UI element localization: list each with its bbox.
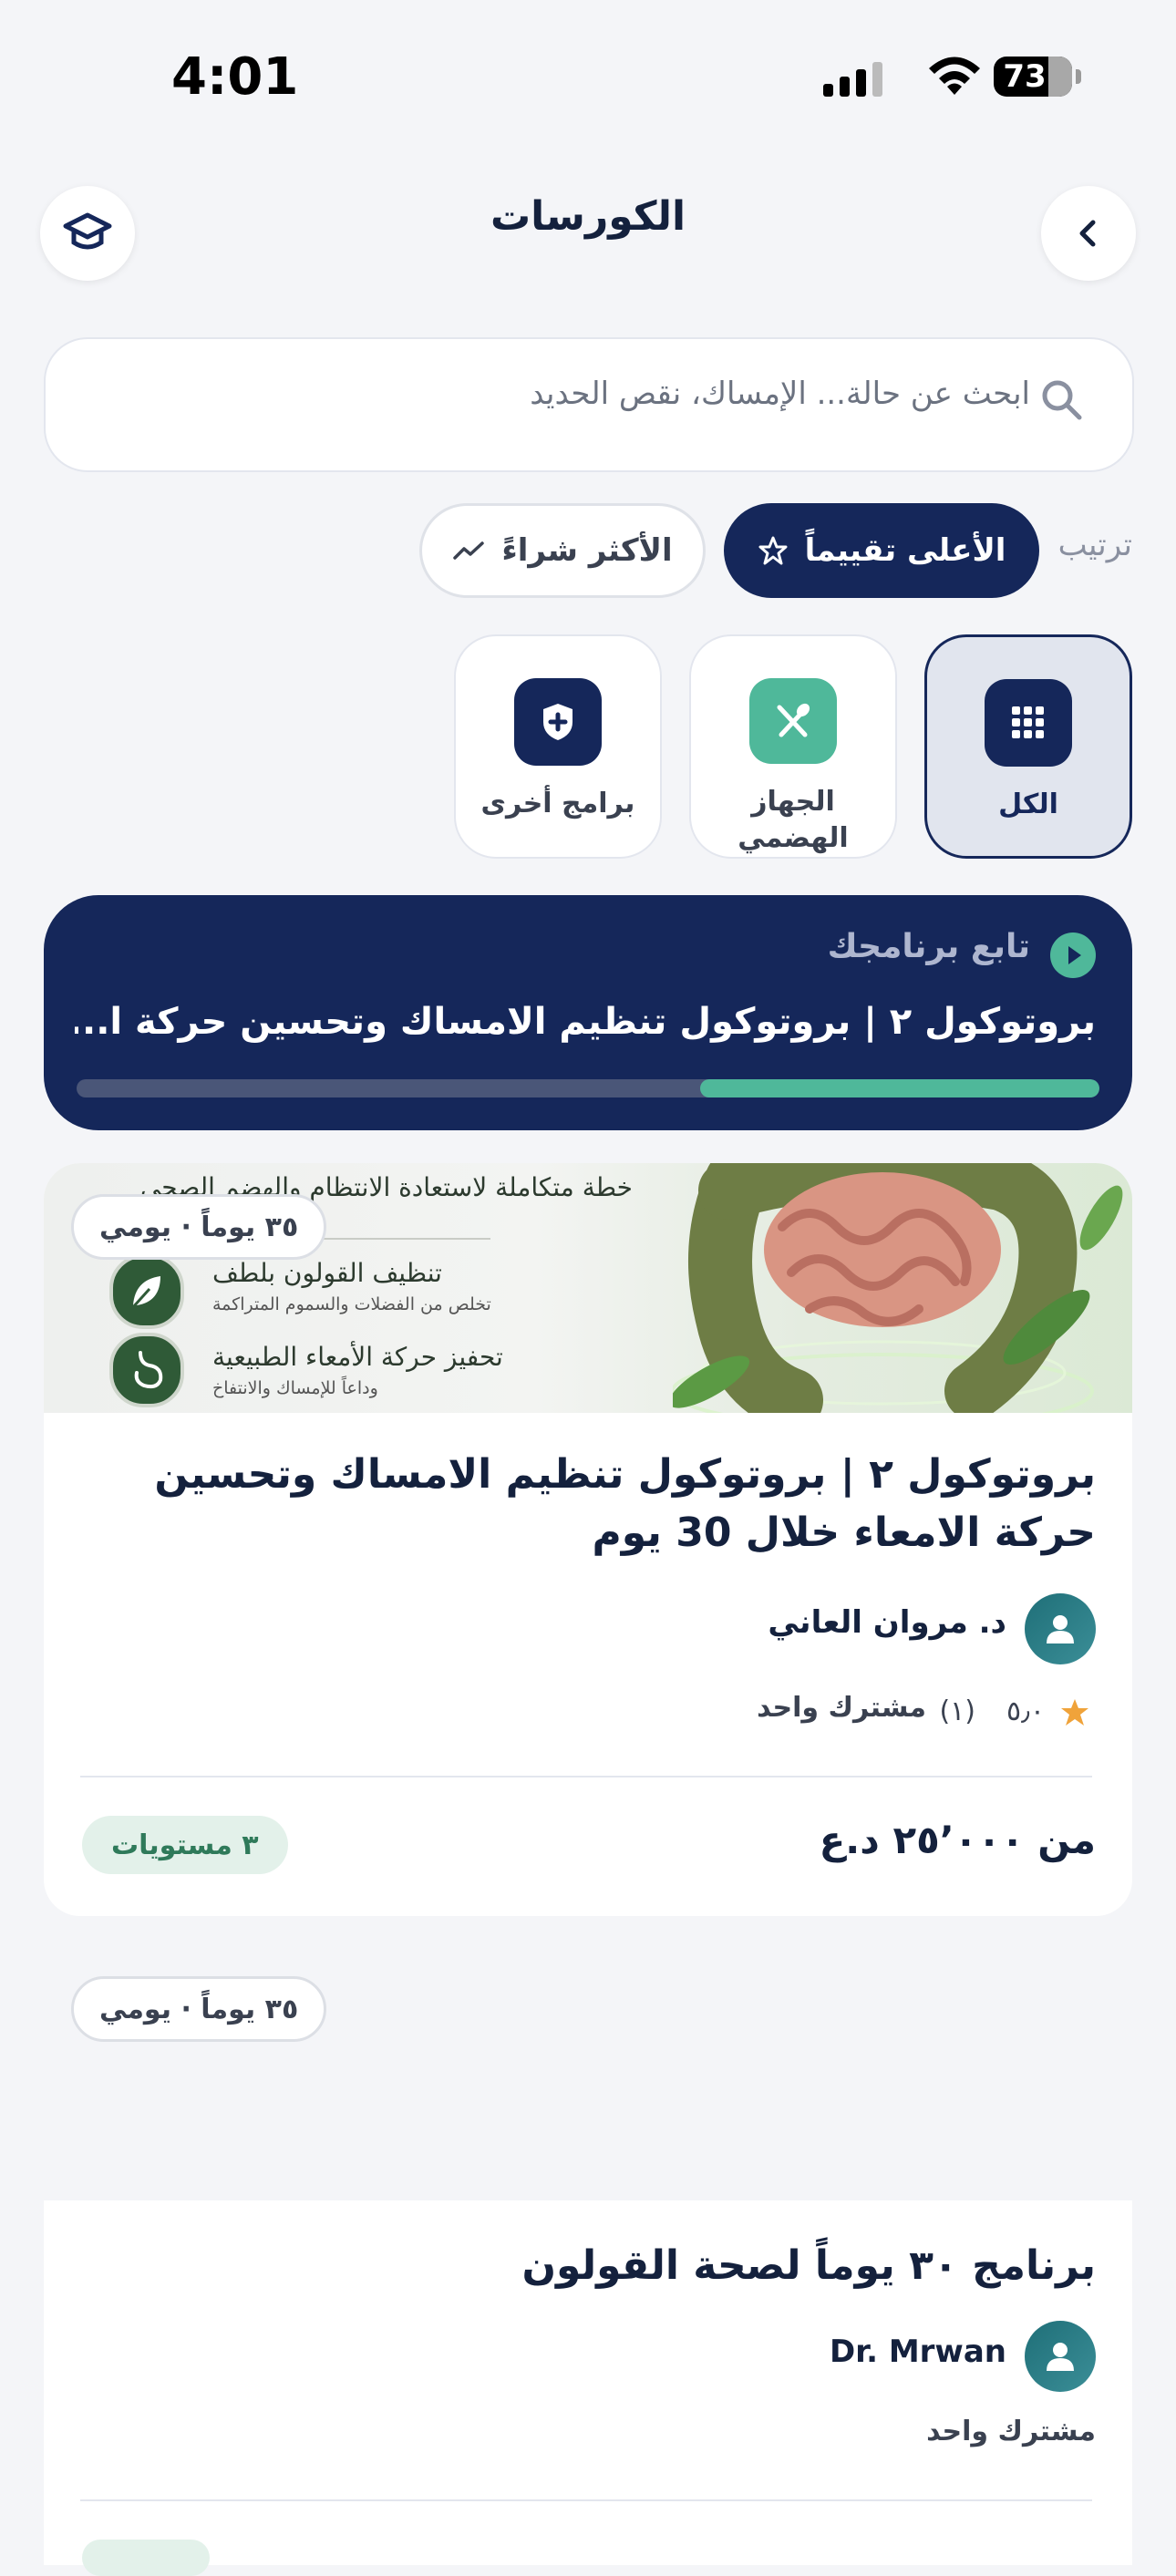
course-rating: ٥٫٠	[1006, 1695, 1045, 1727]
course-price: من ٢٥٬٠٠٠ د.ع	[819, 1818, 1096, 1862]
leaf-icon	[109, 1254, 184, 1329]
cellular-signal-icon	[823, 62, 882, 97]
category-label: برامج أخرى	[480, 788, 635, 819]
play-icon	[1050, 933, 1096, 978]
progress-fill	[700, 1079, 1099, 1097]
hero-point-title: تحفيز حركة الأمعاء الطبيعية	[212, 1342, 503, 1372]
course-author: د. مروان العاني	[768, 1604, 1006, 1641]
category-label: الكل	[998, 788, 1058, 820]
course-subscribers: مشترك واحد	[926, 2416, 1096, 2447]
duration-badge: ٣٥ يوماً · يومي	[71, 1976, 327, 2042]
category-all[interactable]: الكل	[924, 634, 1132, 859]
sort-option-label: الأكثر شراءً	[501, 532, 673, 569]
course-card[interactable]: برنامج ٣٠ يوماً لصحة القولون Dr. Mrwan م…	[44, 2200, 1132, 2576]
course-title: برنامج ٣٠ يوماً لصحة القولون	[521, 2242, 1096, 2289]
course-subscribers: مشترك واحد	[757, 1692, 926, 1724]
hero-point-subtitle: تخلص من الفضلات والسموم المتراكمة	[212, 1294, 491, 1314]
user-icon	[1047, 1615, 1074, 1643]
wifi-icon	[929, 57, 980, 95]
utensils-icon	[749, 678, 837, 764]
course-rating-count: (١)	[939, 1695, 975, 1727]
hero-point-subtitle: وداعاً للإمساك والانتفاخ	[212, 1378, 378, 1398]
continue-program-title: بروتوكول ٢ | بروتوكول تنظيم الامساك وتحس…	[75, 1001, 1096, 1043]
category-label: الجهاز الهضمي	[738, 786, 849, 854]
intestines-illustration	[673, 1163, 1123, 1413]
search-placeholder: ابحث عن حالة... الإمساك، نقص الحديد	[530, 376, 1030, 412]
avatar	[1025, 2321, 1096, 2392]
category-other-programs[interactable]: برامج أخرى	[454, 634, 662, 859]
page-title: الكورسات	[490, 193, 686, 240]
levels-badge: ٣ مستويات	[82, 1816, 288, 1874]
sort-top-rated-chip[interactable]: الأعلى تقييماً	[724, 503, 1039, 598]
card-divider	[80, 1776, 1092, 1777]
duration-badge: ٣٥ يوماً · يومي	[71, 1194, 327, 1260]
grid-icon	[985, 679, 1072, 767]
trending-up-icon	[453, 541, 485, 560]
course-author: Dr. Mrwan	[829, 2334, 1006, 2370]
card-divider	[80, 2499, 1092, 2501]
stomach-icon	[109, 1333, 184, 1407]
search-icon	[1042, 380, 1082, 420]
avatar	[1025, 1593, 1096, 1664]
sort-option-label: الأعلى تقييماً	[804, 532, 1006, 569]
star-outline-icon	[758, 536, 788, 565]
status-time: 4:01	[171, 47, 299, 107]
user-icon	[1047, 2343, 1074, 2371]
sort-best-selling-chip[interactable]: الأكثر شراءً	[419, 503, 706, 598]
course-card[interactable]: خطة متكاملة لاستعادة الانتظام والهضم الص…	[44, 1163, 1132, 1916]
category-digestive[interactable]: الجهاز الهضمي	[689, 634, 897, 859]
continue-program-label: تابع برنامجك	[827, 928, 1030, 965]
battery-indicator: 73	[994, 57, 1081, 97]
chevron-right-icon	[1079, 220, 1096, 247]
sort-label: ترتيب	[1057, 527, 1132, 563]
levels-badge	[82, 2540, 210, 2576]
progress-bar	[77, 1079, 1099, 1097]
star-icon	[1061, 1699, 1088, 1726]
shield-plus-icon	[514, 678, 602, 766]
back-button[interactable]	[1041, 186, 1136, 281]
hero-point-title: تنظيف القولون بلطف	[212, 1258, 442, 1288]
course-title: بروتوكول ٢ | بروتوكول تنظيم الامساك وتحس…	[154, 1451, 1096, 1556]
